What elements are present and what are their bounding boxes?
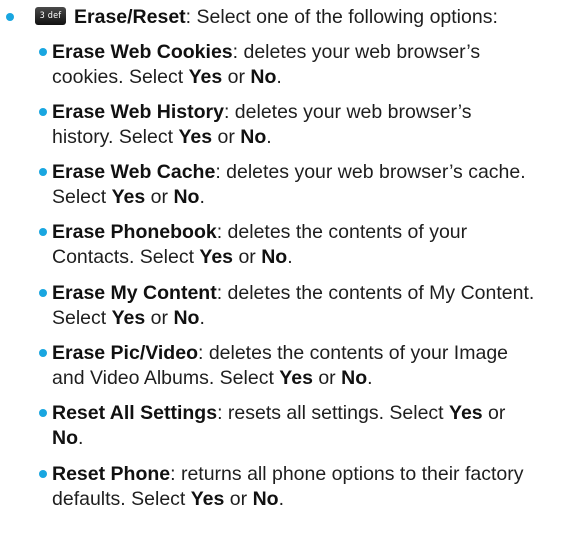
period: . xyxy=(278,487,284,510)
list-item: Erase Pic/Video: deletes the contents of… xyxy=(39,341,567,390)
bullet-icon xyxy=(39,289,47,297)
no-label: No xyxy=(250,65,277,88)
option-description: : deletes your web browser’s xyxy=(232,41,481,63)
option-description: Select xyxy=(52,306,112,329)
or-text: or xyxy=(482,402,506,424)
yes-label: Yes xyxy=(111,306,146,329)
list-item: Erase My Content: deletes the contents o… xyxy=(39,281,567,330)
no-label: No xyxy=(252,487,279,510)
yes-label: Yes xyxy=(279,366,313,389)
yes-label: Yes xyxy=(178,125,213,148)
yes-label: Yes xyxy=(199,245,234,268)
no-label: No xyxy=(173,185,200,208)
bullet-icon xyxy=(39,349,47,357)
or-text: or xyxy=(145,306,174,329)
yes-label: Yes xyxy=(188,65,223,88)
list-item: Erase Web Cookies: deletes your web brow… xyxy=(39,40,567,89)
or-text: or xyxy=(233,245,262,268)
period: . xyxy=(199,185,205,208)
option-description: : returns all phone options to their fac… xyxy=(170,463,524,485)
or-text: or xyxy=(312,366,342,389)
option-description: : deletes the contents of My Content. xyxy=(216,282,535,304)
key-3-icon: 3 def xyxy=(35,7,66,25)
or-text: or xyxy=(145,185,174,208)
period: . xyxy=(276,65,282,88)
option-description: : deletes the contents of your Image xyxy=(197,342,509,364)
option-name: Erase Web Cache xyxy=(52,161,216,183)
list-item: Erase Phonebook: deletes the contents of… xyxy=(39,220,567,269)
yes-label: Yes xyxy=(111,185,146,208)
no-label: No xyxy=(173,306,200,329)
yes-label: Yes xyxy=(449,402,483,424)
option-description: history. Select xyxy=(52,125,179,148)
option-description: Select xyxy=(52,185,112,208)
option-description: : deletes your web browser’s cache. xyxy=(215,161,526,183)
yes-label: Yes xyxy=(190,487,225,510)
bullet-icon xyxy=(39,48,47,56)
list-item: Erase Web Cache: deletes your web browse… xyxy=(39,160,567,209)
option-name: Erase Web Cookies xyxy=(52,41,233,63)
erase-reset-title: Erase/Reset xyxy=(74,6,186,28)
period: . xyxy=(199,306,205,329)
list-item: Reset Phone: returns all phone options t… xyxy=(39,462,567,511)
no-label: No xyxy=(341,366,368,389)
option-name: Erase My Content xyxy=(52,282,217,304)
period: . xyxy=(78,426,84,449)
bullet-icon xyxy=(39,108,47,116)
bullet-icon xyxy=(6,13,14,21)
option-name: Erase Web History xyxy=(52,101,224,123)
option-name: Reset All Settings xyxy=(52,402,218,424)
erase-reset-intro: : Select one of the following options: xyxy=(185,6,498,28)
list-item: Reset All Settings: resets all settings.… xyxy=(39,401,567,450)
bullet-icon xyxy=(39,168,47,176)
no-label: No xyxy=(261,245,288,268)
period: . xyxy=(367,366,373,389)
period: . xyxy=(266,125,272,148)
no-label: No xyxy=(52,426,78,449)
option-description: cookies. Select xyxy=(52,65,189,88)
period: . xyxy=(287,245,293,268)
option-name: Erase Pic/Video xyxy=(52,342,198,364)
bullet-icon xyxy=(39,228,47,236)
option-description: and Video Albums. Select xyxy=(52,366,280,389)
option-description: defaults. Select xyxy=(52,487,191,510)
option-name: Erase Phonebook xyxy=(52,221,217,243)
option-description: : deletes the contents of your xyxy=(216,221,468,243)
option-description: Contacts. Select xyxy=(52,245,200,268)
bullet-icon xyxy=(39,470,47,478)
or-text: or xyxy=(222,65,251,88)
erase-reset-text: Erase/Reset: Select one of the following… xyxy=(74,5,498,29)
option-description: : resets all settings. Select xyxy=(217,402,450,424)
option-description: : deletes your web browser’s xyxy=(223,101,472,123)
no-label: No xyxy=(240,125,267,148)
or-text: or xyxy=(212,125,241,148)
bullet-icon xyxy=(39,409,47,417)
or-text: or xyxy=(224,487,253,510)
option-name: Reset Phone xyxy=(52,463,171,485)
list-item: Erase Web History: deletes your web brow… xyxy=(39,100,567,149)
